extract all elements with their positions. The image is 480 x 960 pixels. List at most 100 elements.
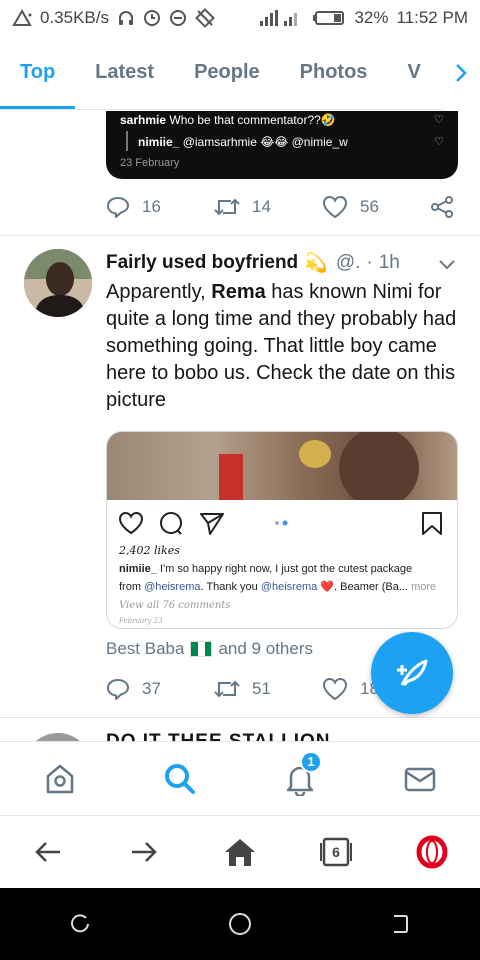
- tab-top[interactable]: Top: [0, 36, 76, 109]
- chevron-down-icon[interactable]: [438, 255, 456, 277]
- nav-notifications[interactable]: 1: [270, 749, 330, 809]
- circle-home-icon: [229, 913, 251, 935]
- retweet-count: 14: [252, 197, 271, 216]
- like-button[interactable]: 56: [322, 195, 430, 219]
- nav-home[interactable]: [30, 749, 90, 809]
- headphones-icon: [117, 9, 135, 27]
- heart-icon: ♡: [434, 114, 444, 126]
- tweet-text: Apparently, Rema has known Nimi for quit…: [106, 279, 466, 414]
- post-date: February 23: [119, 617, 163, 625]
- tab-latest[interactable]: Latest: [75, 36, 174, 109]
- tabs-button[interactable]: 6: [306, 822, 366, 882]
- forward-button[interactable]: [114, 822, 174, 882]
- clock: 11:52 PM: [396, 8, 468, 27]
- reply-count: 16: [142, 197, 161, 216]
- instagram-action-bar: [118, 510, 447, 536]
- nav-messages[interactable]: [390, 749, 450, 809]
- social-context-name: Best Baba: [106, 639, 185, 658]
- compose-tweet-button[interactable]: [371, 632, 453, 714]
- data-saver-icon: [143, 9, 161, 27]
- tab-people[interactable]: People: [174, 36, 280, 109]
- next-tweet-preview[interactable]: DO IT THEE STALLION: [0, 719, 480, 741]
- recents-icon: [71, 914, 89, 933]
- reply-thread-line: [126, 131, 128, 151]
- share-button[interactable]: [430, 195, 454, 219]
- like-count-text: 2,402 likes: [119, 544, 180, 557]
- signal-triangle-icon: [12, 9, 32, 27]
- status-bar: 0.35KB/s 32% 11:52 PM: [0, 0, 480, 36]
- mail-icon: [404, 767, 436, 791]
- caption-line: from @heisrema. Thank you @heisrema ❤️. …: [119, 580, 436, 593]
- feather-plus-icon: [397, 659, 428, 687]
- comment-line-1: sarhmie Who be that commentator??🤣: [120, 113, 336, 127]
- browser-toolbar: 6: [0, 815, 480, 888]
- retweet-icon: [214, 198, 240, 216]
- comment-text: Who be that commentator??🤣: [169, 113, 336, 127]
- share-icon: [431, 196, 453, 218]
- home-button[interactable]: [210, 822, 270, 882]
- tweet-media[interactable]: 2,402 likes nimiie_ I'm so happy right n…: [106, 431, 458, 629]
- tabs-icon: 6: [319, 837, 353, 867]
- retweet-button[interactable]: 14: [214, 196, 322, 218]
- author-name: DO IT THEE STALLION: [106, 731, 330, 741]
- search-tabs: Top Latest People Photos V: [0, 36, 480, 110]
- network-speed: 0.35KB/s: [40, 8, 109, 27]
- caption-text: from: [119, 581, 145, 593]
- nav-search[interactable]: [150, 749, 210, 809]
- home-nav-button[interactable]: [210, 894, 270, 954]
- caption-text: . Thank you: [200, 581, 261, 593]
- retweet-icon: [214, 680, 240, 698]
- comment-line-2: nimiie_ @iamsarhmie 😂😂 @nimie_w: [138, 135, 348, 149]
- bottom-nav: 1: [0, 741, 480, 815]
- author-emoji: 💫: [304, 253, 328, 274]
- heart-icon: [322, 677, 348, 701]
- more-link: more: [411, 581, 437, 593]
- do-not-disturb-icon: [169, 9, 187, 27]
- tweet-header: Fairly used boyfriend 💫 @. · 1h: [106, 251, 466, 275]
- quoted-instagram-card[interactable]: sarhmie Who be that commentator??🤣 ♡ nim…: [106, 111, 458, 179]
- chevron-right-icon[interactable]: [442, 36, 480, 110]
- notification-badge: 1: [300, 750, 322, 773]
- like-count: 56: [360, 197, 379, 216]
- home-icon: [46, 764, 74, 793]
- opera-menu-button[interactable]: [402, 822, 462, 882]
- author-handle[interactable]: @.: [336, 252, 361, 274]
- battery-percent: 32%: [354, 8, 389, 27]
- caption-line: nimiie_ I'm so happy right now, I just g…: [119, 563, 412, 575]
- heart-icon: [322, 195, 348, 219]
- search-icon: [165, 763, 195, 794]
- battery-icon: [312, 9, 346, 27]
- back-nav-icon: [394, 915, 408, 933]
- tweet-time: 1h: [378, 252, 400, 273]
- back-nav-button[interactable]: [370, 894, 430, 954]
- system-nav-bar: [0, 888, 480, 960]
- caption-user: nimiie_: [119, 563, 157, 575]
- reply-icon: [107, 197, 129, 218]
- opera-logo-icon: [416, 835, 448, 869]
- photo-image: [107, 432, 457, 508]
- comment-user: sarhmie: [120, 113, 167, 127]
- back-button[interactable]: [18, 822, 78, 882]
- tweet-actions: 16 14 56: [106, 195, 454, 219]
- tweet-divider: [0, 717, 480, 718]
- retweet-button[interactable]: 51: [214, 678, 322, 700]
- arrow-right-icon: [132, 842, 157, 862]
- meta-separator: ·: [366, 252, 373, 273]
- cell-signal-icon: [258, 9, 304, 27]
- view-all-comments: View all 76 comments: [119, 600, 231, 611]
- author-name[interactable]: Fairly used boyfriend: [106, 252, 298, 274]
- retweet-count: 51: [252, 679, 271, 698]
- avatar[interactable]: [24, 733, 92, 741]
- tweet-divider: [0, 235, 480, 236]
- tab-count: 6: [332, 844, 340, 860]
- tab-videos[interactable]: V: [387, 36, 440, 109]
- recents-button[interactable]: [50, 894, 110, 954]
- social-context[interactable]: Best Baba and 9 others: [106, 639, 313, 659]
- rotation-lock-icon: [195, 8, 215, 28]
- reply-button[interactable]: 37: [106, 677, 214, 701]
- avatar[interactable]: [24, 249, 92, 317]
- comment-user: nimiie_: [138, 135, 180, 149]
- reply-button[interactable]: 16: [106, 195, 214, 219]
- tab-photos[interactable]: Photos: [280, 36, 388, 109]
- social-context-tail: and 9 others: [218, 639, 313, 658]
